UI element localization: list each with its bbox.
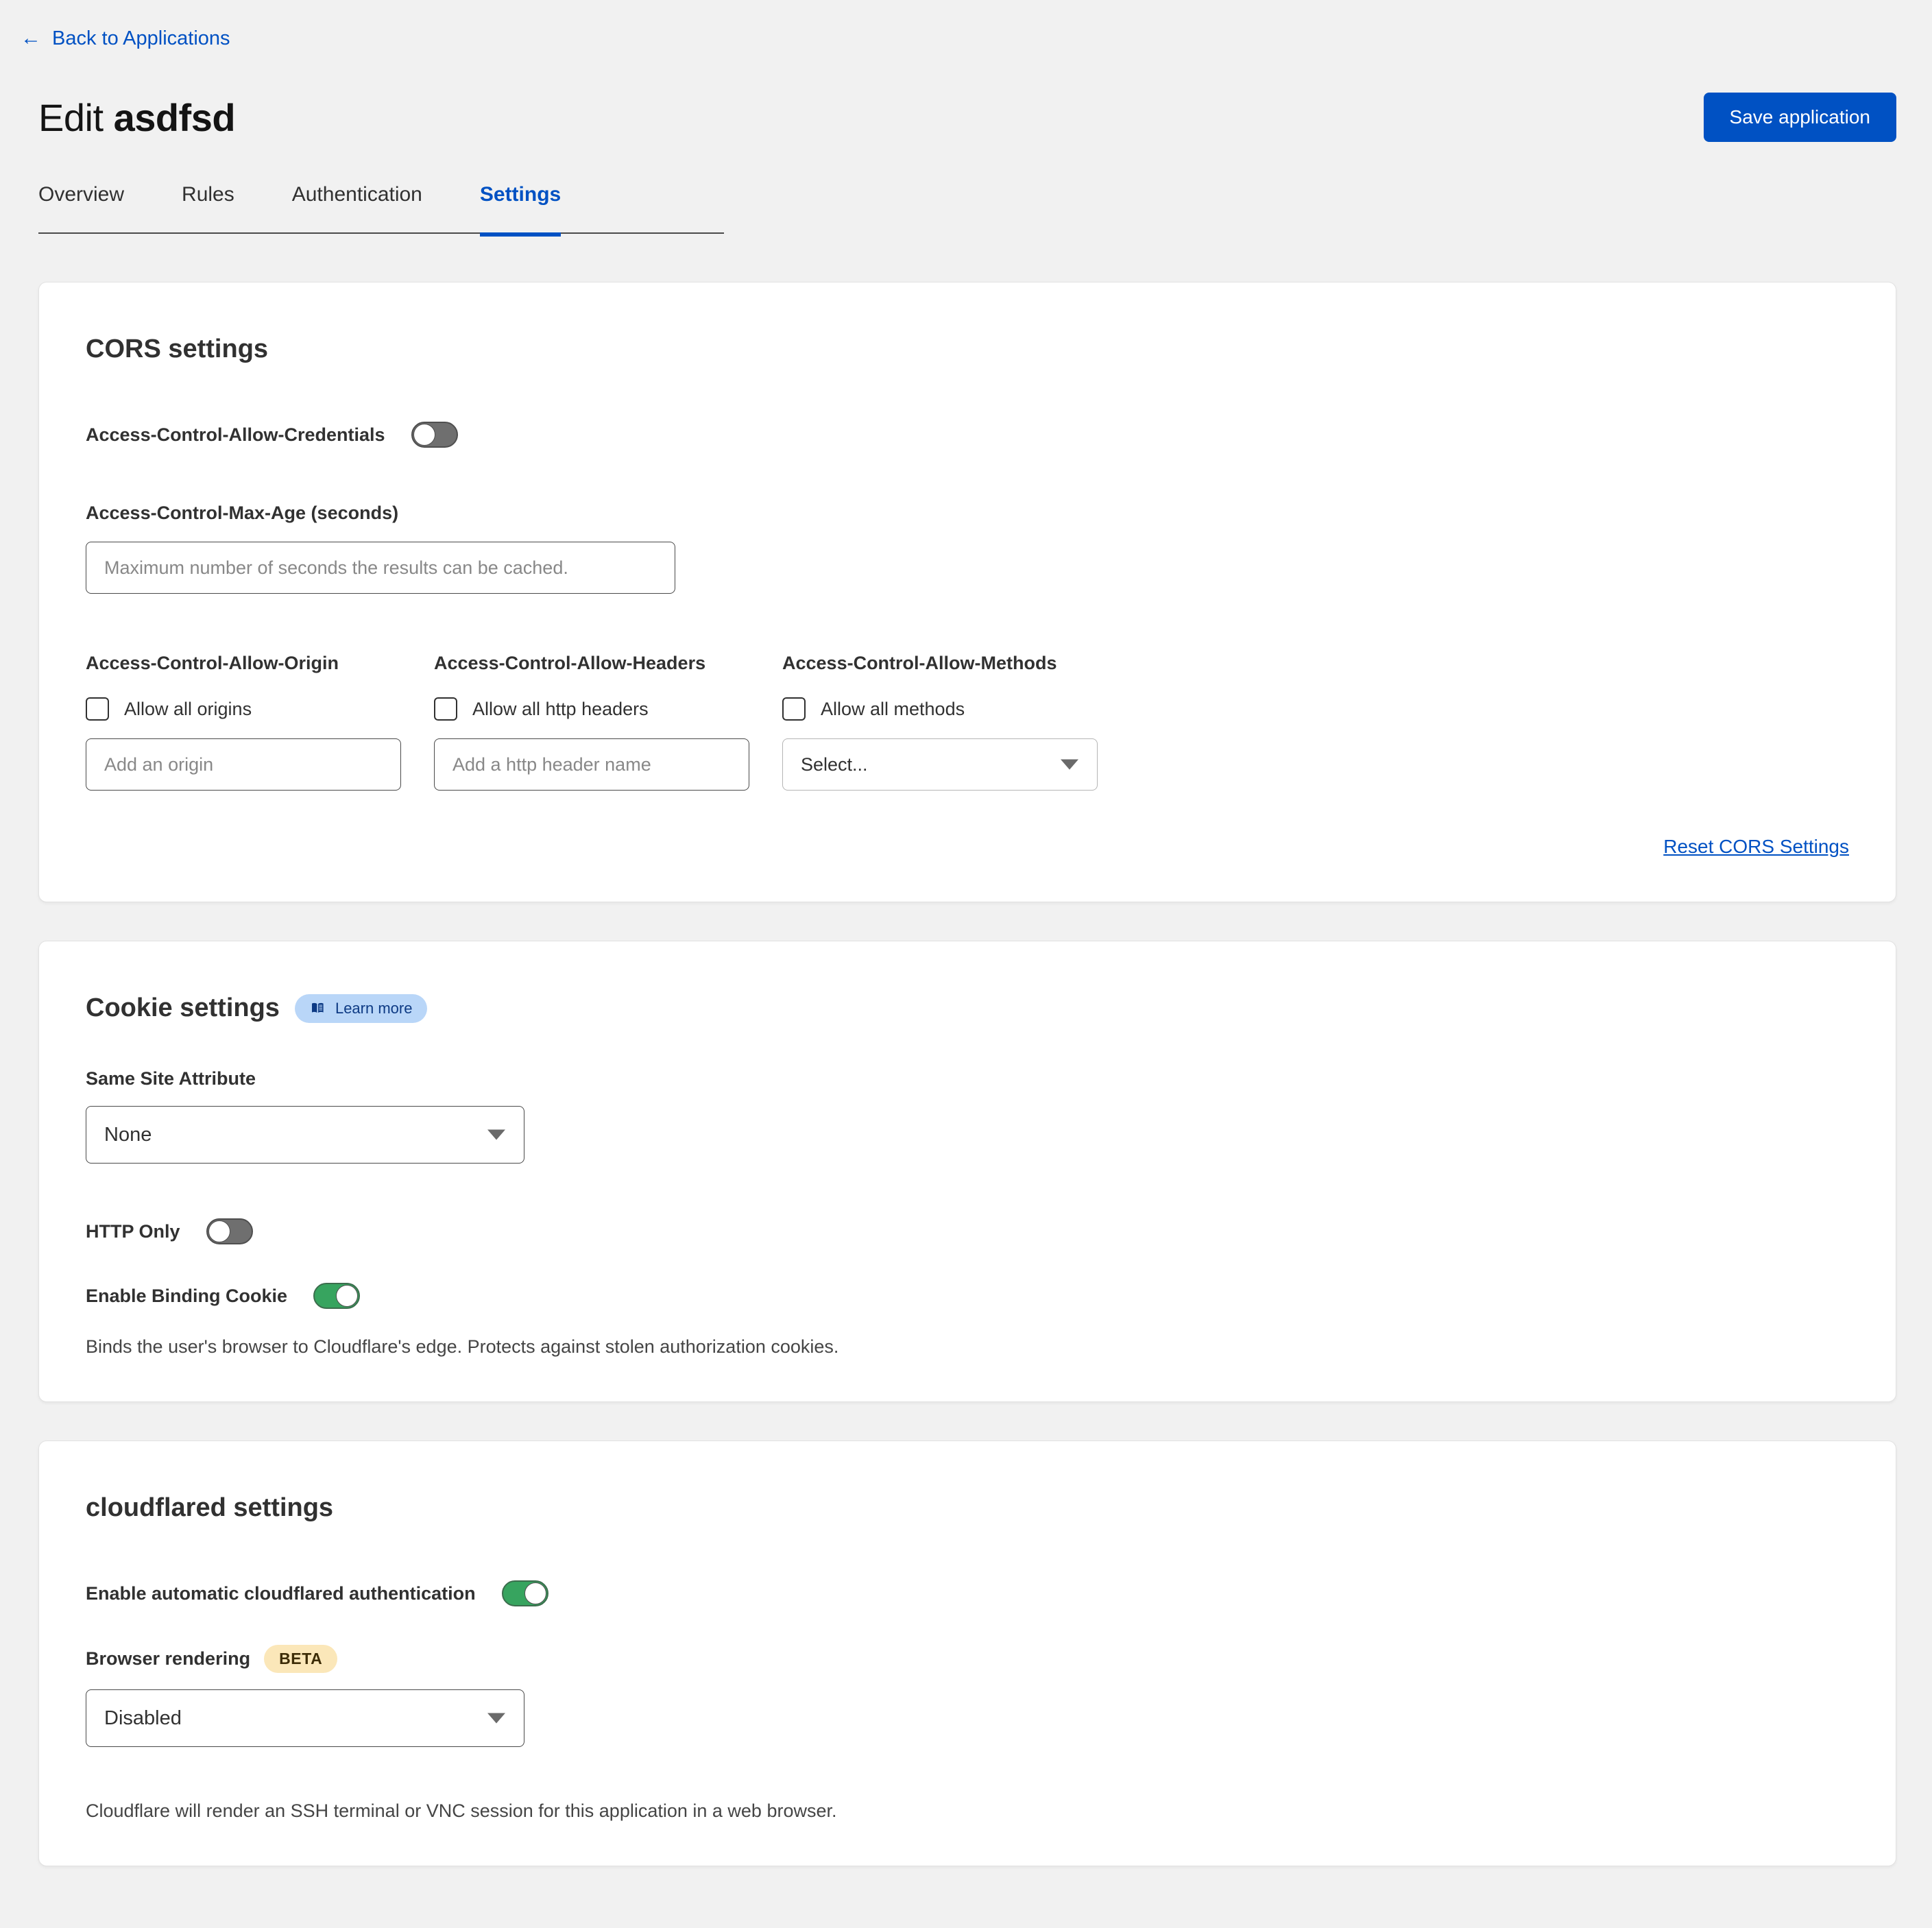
cors-origin-label: Access-Control-Allow-Origin (86, 653, 434, 674)
cors-headers-column: Access-Control-Allow-Headers Allow all h… (434, 653, 782, 791)
beta-badge: BETA (264, 1645, 337, 1673)
cors-origin-input[interactable] (86, 738, 401, 791)
cors-origin-checkbox-row[interactable]: Allow all origins (86, 697, 434, 721)
http-only-label: HTTP Only (86, 1221, 180, 1242)
same-site-select[interactable]: None (86, 1106, 524, 1164)
toggle-knob (524, 1582, 546, 1604)
cors-max-age-group: Access-Control-Max-Age (seconds) (86, 503, 1849, 594)
toggle-knob (336, 1285, 358, 1307)
cloudflared-settings-card: cloudflared settings Enable automatic cl… (38, 1441, 1896, 1866)
tab-rules[interactable]: Rules (182, 183, 234, 237)
allow-all-headers-checkbox[interactable] (434, 697, 457, 721)
allow-all-origins-checkbox[interactable] (86, 697, 109, 721)
cors-headers-label: Access-Control-Allow-Headers (434, 653, 782, 674)
reset-cors-settings-link[interactable]: Reset CORS Settings (1663, 836, 1849, 858)
cors-origin-column: Access-Control-Allow-Origin Allow all or… (86, 653, 434, 791)
page-title-app-name: asdfsd (114, 96, 236, 139)
cors-max-age-label: Access-Control-Max-Age (seconds) (86, 503, 1849, 524)
tab-settings[interactable]: Settings (480, 183, 561, 237)
binding-cookie-label: Enable Binding Cookie (86, 1286, 287, 1307)
book-icon (310, 1000, 326, 1017)
tab-authentication[interactable]: Authentication (292, 183, 422, 237)
cors-methods-select-wrap: Select... (782, 738, 1098, 791)
allow-all-methods-label: Allow all methods (821, 699, 965, 720)
cors-credentials-row: Access-Control-Allow-Credentials (86, 422, 1849, 448)
binding-cookie-row: Enable Binding Cookie (86, 1283, 1849, 1309)
same-site-group: Same Site Attribute None (86, 1068, 1849, 1164)
browser-rendering-select[interactable]: Disabled (86, 1689, 524, 1747)
back-link-label: Back to Applications (52, 27, 230, 50)
page-title-prefix: Edit (38, 96, 104, 139)
cors-settings-card: CORS settings Access-Control-Allow-Crede… (38, 282, 1896, 902)
same-site-label: Same Site Attribute (86, 1068, 1849, 1089)
http-only-toggle[interactable] (206, 1218, 253, 1244)
cookie-settings-title-text: Cookie settings (86, 993, 280, 1023)
cors-max-age-input[interactable] (86, 542, 675, 594)
page-title: Edit asdfsd (38, 95, 235, 140)
same-site-select-wrap: None (86, 1106, 524, 1164)
auto-auth-label: Enable automatic cloudflared authenticat… (86, 1583, 476, 1604)
settings-page: ← Back to Applications Edit asdfsd Save … (0, 0, 1932, 1866)
tab-overview[interactable]: Overview (38, 183, 124, 237)
cookie-learn-more-label: Learn more (335, 1001, 413, 1016)
cookie-learn-more-badge[interactable]: Learn more (295, 994, 428, 1023)
allow-all-origins-label: Allow all origins (124, 699, 252, 720)
allow-all-methods-checkbox[interactable] (782, 697, 806, 721)
cors-settings-title: CORS settings (86, 335, 1849, 364)
back-to-applications-link[interactable]: ← Back to Applications (0, 0, 230, 50)
toggle-knob (208, 1220, 230, 1242)
browser-rendering-label-row: Browser rendering BETA (86, 1645, 1849, 1673)
auto-auth-row: Enable automatic cloudflared authenticat… (86, 1580, 1849, 1606)
cors-methods-checkbox-row[interactable]: Allow all methods (782, 697, 1131, 721)
cors-header-name-input[interactable] (434, 738, 749, 791)
auto-auth-toggle[interactable] (502, 1580, 548, 1606)
tabs-container: Overview Rules Authentication Settings (0, 142, 1932, 234)
cookie-settings-title: Cookie settings Learn more (86, 993, 1849, 1023)
cors-reset-row: Reset CORS Settings (86, 836, 1849, 858)
cors-methods-label: Access-Control-Allow-Methods (782, 653, 1131, 674)
browser-rendering-group: Browser rendering BETA Disabled (86, 1645, 1849, 1747)
cors-methods-column: Access-Control-Allow-Methods Allow all m… (782, 653, 1131, 791)
cloudflared-settings-title: cloudflared settings (86, 1493, 1849, 1523)
tab-list: Overview Rules Authentication Settings (38, 183, 724, 237)
arrow-left-icon: ← (21, 28, 41, 49)
cors-methods-select[interactable]: Select... (782, 738, 1098, 791)
browser-rendering-label: Browser rendering (86, 1648, 250, 1670)
cors-columns: Access-Control-Allow-Origin Allow all or… (86, 653, 1849, 791)
tabs-underline (38, 232, 724, 234)
cors-credentials-toggle[interactable] (411, 422, 458, 448)
toggle-knob (413, 424, 435, 446)
binding-cookie-toggle[interactable] (313, 1283, 360, 1309)
allow-all-headers-label: Allow all http headers (472, 699, 649, 720)
cors-credentials-label: Access-Control-Allow-Credentials (86, 424, 385, 446)
cookie-settings-card: Cookie settings Learn more (38, 941, 1896, 1402)
page-header: Edit asdfsd Save application (0, 50, 1932, 142)
save-application-button[interactable]: Save application (1704, 93, 1896, 142)
browser-rendering-help-text: Cloudflare will render an SSH terminal o… (86, 1800, 1849, 1822)
http-only-row: HTTP Only (86, 1218, 1849, 1244)
browser-rendering-select-wrap: Disabled (86, 1689, 524, 1747)
binding-cookie-help-text: Binds the user's browser to Cloudflare's… (86, 1336, 1849, 1358)
cors-headers-checkbox-row[interactable]: Allow all http headers (434, 697, 782, 721)
